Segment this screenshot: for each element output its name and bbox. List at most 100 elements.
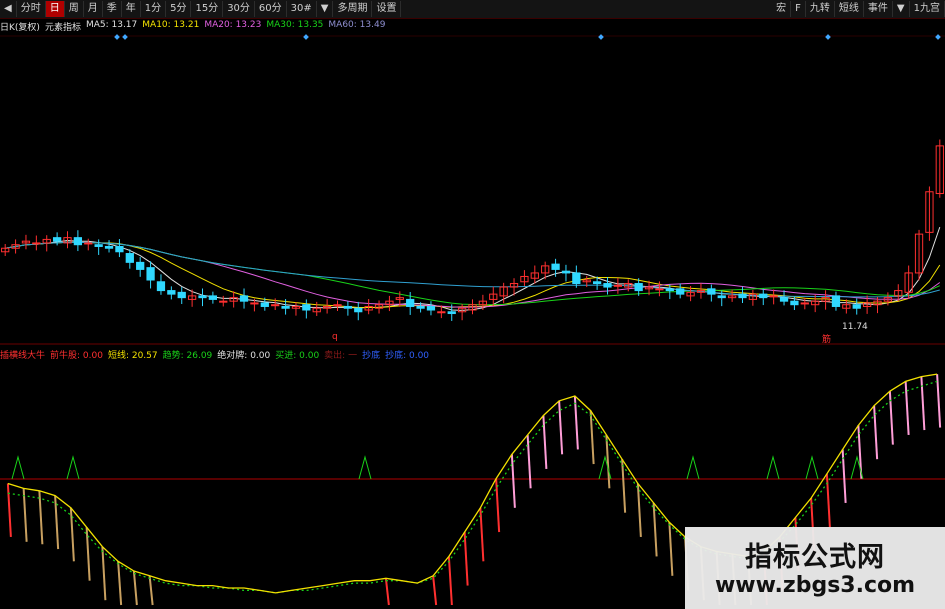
ind_legend-item: 绝对牌: 0.00 (217, 351, 271, 361)
ma_legend-item: MA10: 13.21 (142, 20, 200, 30)
tab-15min[interactable]: 15分 (191, 1, 224, 17)
signal-triangle (805, 455, 819, 480)
ind_legend-item: 卖出: 一 (324, 351, 358, 361)
tab-week[interactable]: 周 (65, 1, 84, 17)
low-price-label: 11.74 (842, 322, 868, 332)
candle-body (561, 270, 571, 274)
candle-body (769, 295, 778, 298)
indicator-bar (621, 459, 627, 513)
signal-triangle (766, 455, 780, 480)
watermark-title: 指标公式网 (745, 542, 885, 573)
back-button[interactable]: ◀ (0, 1, 17, 17)
grid-view-button[interactable]: 1九宫 (910, 1, 945, 17)
candle-body (852, 304, 861, 309)
tab-30sec[interactable]: 30# (287, 1, 317, 17)
indicator-bar (38, 490, 44, 545)
ind_legend-item: 抄底: 0.00 (385, 351, 430, 361)
candle-body (447, 311, 456, 315)
indicator-triangles (11, 455, 864, 480)
candle-body (738, 293, 747, 299)
candle-body (52, 237, 62, 242)
indicator-bar (22, 488, 28, 542)
events-button[interactable]: 事件 (864, 1, 893, 17)
indicator-bar (148, 575, 154, 606)
indicator-bar (936, 374, 942, 428)
candle-body (676, 288, 685, 295)
ma_legend-item: MA30: 13.35 (266, 20, 324, 30)
tab-quarter[interactable]: 季 (103, 1, 122, 17)
candle-body (302, 304, 311, 311)
candle-body (94, 244, 103, 247)
indicator-bar (117, 561, 123, 606)
signal-triangle (11, 455, 25, 480)
signal-markers (114, 34, 941, 40)
ma_legend-item: 日K(复权) (0, 23, 40, 33)
signal-diamond (122, 34, 128, 40)
candle-body (156, 281, 166, 292)
candle-body (779, 297, 789, 302)
ma_legend-item: MA20: 13.23 (204, 20, 262, 30)
nine-turn-button[interactable]: 九转 (806, 1, 835, 17)
candle-body (219, 300, 228, 303)
ma_legend-item: MA5: 13.17 (85, 20, 138, 30)
candle-body (177, 291, 186, 299)
signal-triangle (358, 455, 372, 480)
indicator-bar (132, 570, 138, 606)
indicator-bar (463, 532, 469, 586)
indicator-bar (85, 527, 91, 581)
candle-body (831, 295, 841, 307)
kline-chart[interactable] (0, 0, 945, 609)
ind_legend-item: 抄底 (362, 351, 381, 361)
tab-day[interactable]: 日 (45, 1, 65, 17)
candle-body (271, 304, 280, 307)
candle-body (239, 295, 249, 302)
indicator-bar (888, 391, 894, 445)
indicator-bar (479, 507, 485, 562)
candle-body (146, 267, 155, 281)
period-dropdown[interactable]: ▼ (317, 1, 334, 17)
signal-diamond (114, 34, 120, 40)
macro-button[interactable]: 宏 (772, 1, 792, 17)
ind_legend-item: 趋势: 26.09 (162, 351, 213, 361)
tab-1min[interactable]: 1分 (141, 1, 167, 17)
tab-month[interactable]: 月 (84, 1, 103, 17)
indicator-bar (6, 483, 12, 538)
events-dropdown[interactable]: ▼ (893, 1, 910, 17)
watermark: 指标公式网 www.zbgs3.com (685, 527, 945, 609)
candle-body (406, 298, 415, 307)
tab-30min[interactable]: 30分 (223, 1, 255, 17)
f-button[interactable]: F (791, 1, 806, 17)
candle-body (717, 295, 726, 299)
tab-60min[interactable]: 60分 (255, 1, 287, 17)
signal-diamond (598, 34, 604, 40)
candle-body (32, 242, 41, 245)
settings-button[interactable]: 设置 (372, 1, 402, 17)
candle-body (208, 295, 218, 300)
tab-5min[interactable]: 5分 (166, 1, 192, 17)
watermark-url: www.zbgs3.com (714, 573, 916, 598)
indicator-bar (526, 434, 532, 489)
signal-diamond (303, 34, 309, 40)
candle-body (167, 290, 176, 295)
ind_legend-item: 短线: 20.57 (107, 351, 158, 361)
tab-intraday[interactable]: 分时 (17, 1, 46, 17)
ma_legend-item: 元素指标 (44, 23, 81, 33)
short-term-button[interactable]: 短线 (835, 1, 864, 17)
ma30-line (5, 241, 941, 306)
ma-legend: 日K(复权) 元素指标 MA5: 13.17 MA10: 13.21 MA20: 13.… (0, 20, 385, 33)
candle-body (665, 288, 674, 292)
indicator-bar (668, 522, 674, 576)
multi-period-button[interactable]: 多周期 (333, 1, 373, 17)
candle-body (136, 261, 145, 270)
candle-body (800, 302, 809, 305)
indicator-bar (920, 376, 926, 431)
indicator-bar (510, 454, 516, 508)
indicator-bar (384, 578, 390, 606)
signal-triangle (66, 455, 80, 480)
candle-body (416, 305, 425, 309)
indicator-bar (101, 546, 107, 601)
period-toolbar: ◀ 分时日周月季年 1分 5分 15分 30分 60分 30# ▼ 多周期 设置 宏 F 九转 短线 事件 ▼… (0, 0, 945, 19)
candle-body (73, 237, 83, 246)
tab-year[interactable]: 年 (122, 1, 141, 17)
candle-body (759, 293, 768, 299)
